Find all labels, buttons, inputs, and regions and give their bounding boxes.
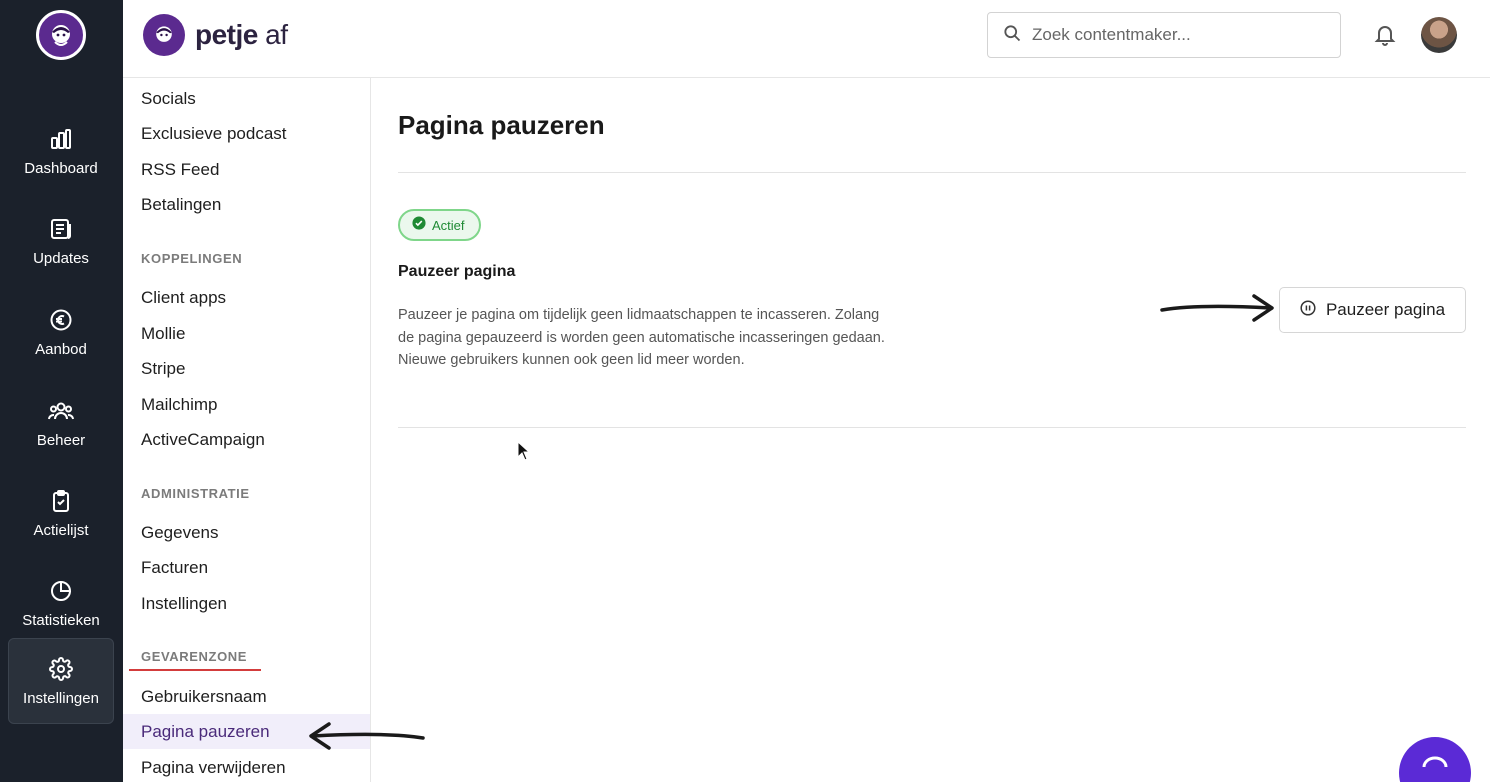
rail-item-statistieken[interactable]: Statistieken (8, 560, 114, 646)
rail-item-actielijst[interactable]: Actielijst (8, 470, 114, 556)
rail-label: Statistieken (22, 611, 100, 629)
subnav-item-mailchimp[interactable]: Mailchimp (123, 387, 370, 422)
pause-button-label: Pauzeer pagina (1325, 300, 1446, 319)
subnav-item-activecampaign[interactable]: ActiveCampaign (123, 422, 370, 457)
brand-name-light: af (265, 19, 288, 50)
brand[interactable]: petje af (143, 14, 288, 56)
subnav-item-instellingen[interactable]: Instellingen (123, 586, 370, 621)
subnav-item-exclusieve-podcast[interactable]: Exclusieve podcast (123, 116, 370, 151)
rail-label: Aanbod (35, 340, 87, 358)
subnav-item-rss-feed[interactable]: RSS Feed (123, 152, 370, 187)
subnav-item-gegevens[interactable]: Gegevens (123, 515, 370, 550)
subnav-item-pagina-pauzeren[interactable]: Pagina pauzeren (123, 714, 370, 749)
subnav-heading-administratie: ADMINISTRATIE (141, 486, 250, 501)
chat-bubble-icon (1420, 755, 1450, 782)
rail-item-dashboard[interactable]: Dashboard (8, 108, 114, 194)
rail-label: Beheer (36, 431, 86, 449)
check-circle-icon (412, 215, 426, 235)
rail-logo[interactable] (36, 10, 86, 60)
subnav-item-stripe[interactable]: Stripe (123, 351, 370, 386)
bar-chart-icon (48, 126, 74, 152)
rail-label: Actielijst (33, 521, 89, 539)
rail-label: Instellingen (23, 689, 99, 707)
brand-name-bold: petje (195, 19, 258, 50)
page-title: Pagina pauzeren (398, 110, 605, 140)
subnav-item-facturen[interactable]: Facturen (123, 550, 370, 585)
annotation-red-underline (129, 669, 261, 671)
settings-subnav: Socials Exclusieve podcast RSS Feed Beta… (123, 78, 371, 782)
pause-circle-icon (1300, 299, 1316, 321)
search-icon (1002, 23, 1022, 48)
status-badge: Actief (398, 209, 481, 241)
mouse-cursor-icon (517, 441, 531, 461)
rail-item-instellingen[interactable]: Instellingen (8, 638, 114, 724)
bell-icon[interactable] (1373, 22, 1399, 48)
main-rail: Dashboard Updates Aanbod Beheer Actielij (0, 0, 123, 782)
rail-item-beheer[interactable]: Beheer (8, 380, 114, 466)
logo-mark-icon (52, 25, 70, 46)
rail-label: Dashboard (24, 159, 98, 177)
newspaper-icon (48, 216, 74, 242)
pie-chart-icon (48, 578, 74, 604)
divider (398, 427, 1466, 428)
status-badge-label: Actief (432, 217, 465, 233)
subnav-heading-koppelingen: KOPPELINGEN (141, 251, 243, 266)
subnav-item-gebruikersnaam[interactable]: Gebruikersnaam (123, 679, 370, 714)
brand-logo-icon (143, 14, 185, 56)
user-avatar[interactable] (1421, 17, 1457, 53)
users-icon (48, 398, 74, 424)
subnav-heading-gevarenzone: GEVARENZONE (141, 649, 248, 664)
clipboard-check-icon (48, 488, 74, 514)
rail-item-updates[interactable]: Updates (8, 198, 114, 284)
rail-item-aanbod[interactable]: Aanbod (8, 289, 114, 375)
main-content: Pagina pauzeren Actief Pauzeer pagina Pa… (371, 78, 1490, 782)
subnav-item-mollie[interactable]: Mollie (123, 316, 370, 351)
subnav-item-pagina-verwijderen[interactable]: Pagina verwijderen (123, 750, 370, 782)
euro-icon (48, 307, 74, 333)
pause-page-button[interactable]: Pauzeer pagina (1279, 287, 1466, 333)
search-input[interactable] (1032, 25, 1322, 45)
section-description: Pauzeer je pagina om tijdelijk geen lidm… (398, 307, 885, 368)
rail-label: Updates (33, 249, 89, 267)
brand-name: petje af (195, 19, 288, 51)
subnav-item-socials[interactable]: Socials (123, 81, 370, 116)
search-box (987, 12, 1341, 58)
subnav-item-betalingen[interactable]: Betalingen (123, 187, 370, 222)
top-bar: petje af (123, 0, 1490, 78)
section-title: Pauzeer pagina (398, 263, 516, 280)
subnav-item-client-apps[interactable]: Client apps (123, 280, 370, 315)
gear-icon (48, 656, 74, 682)
divider (398, 172, 1466, 173)
app-root: Dashboard Updates Aanbod Beheer Actielij (0, 0, 1490, 782)
